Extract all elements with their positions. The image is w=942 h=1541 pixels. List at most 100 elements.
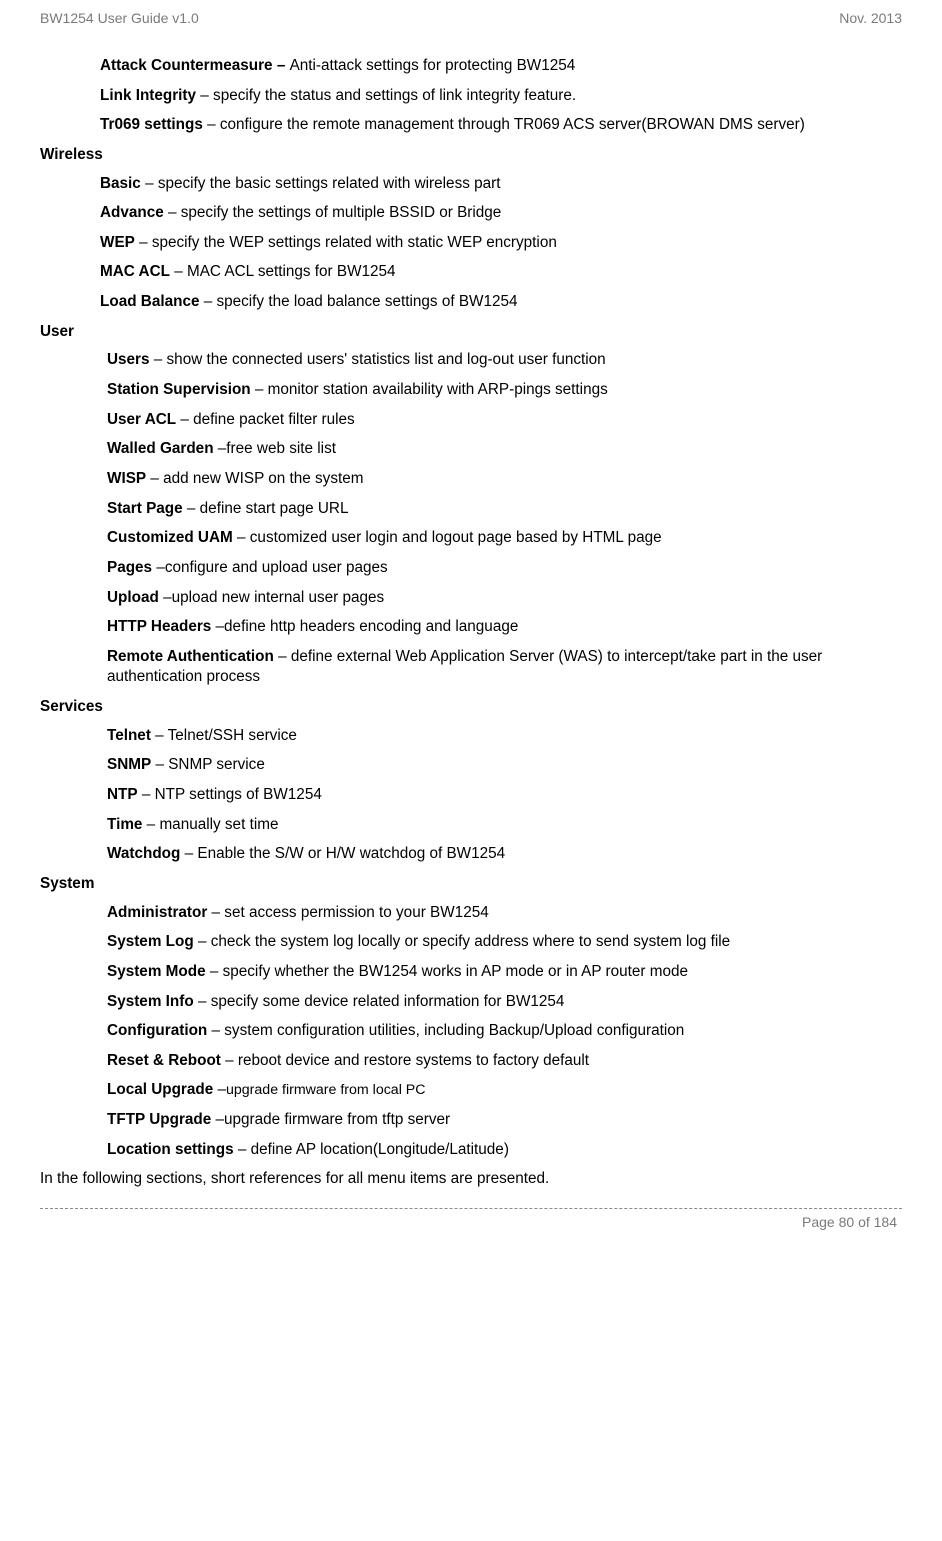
definition-item: HTTP Headers –define http headers encodi… [107,617,902,638]
definition-desc: –free web site list [214,440,336,457]
definition-item: Customized UAM – customized user login a… [107,528,902,549]
section-heading: Wireless [40,145,902,166]
definition-desc-small: upgrade firmware from local PC [226,1082,425,1098]
definition-term: User ACL [107,411,176,428]
definition-term: WISP [107,470,146,487]
definition-desc: – NTP settings of BW1254 [138,786,322,803]
header-right: Nov. 2013 [839,10,902,26]
definition-desc: – system configuration utilities, includ… [207,1022,684,1039]
definition-desc: – configure the remote management throug… [203,116,805,133]
definition-item: Upload –upload new internal user pages [107,588,902,609]
definition-item: NTP – NTP settings of BW1254 [107,785,902,806]
definition-desc: – define start page URL [183,500,349,517]
definition-desc: Anti-attack settings for protecting BW12… [290,57,576,74]
definition-item: Telnet – Telnet/SSH service [107,726,902,747]
definition-desc: –define http headers encoding and langua… [211,618,518,635]
definition-term: Reset & Reboot [107,1052,221,1069]
definition-item: Basic – specify the basic settings relat… [100,174,902,195]
definition-term: Station Supervision [107,381,251,398]
definition-item: System Mode – specify whether the BW1254… [107,962,902,983]
definition-term: Upload [107,589,159,606]
definition-item: Reset & Reboot – reboot device and resto… [107,1051,902,1072]
definition-term: Local Upgrade [107,1081,213,1098]
definition-term: System Info [107,993,194,1010]
definition-desc: – set access permission to your BW1254 [207,904,488,921]
definition-item: Time – manually set time [107,815,902,836]
definition-term: Advance [100,204,164,221]
definition-desc: –configure and upload user pages [152,559,388,576]
definition-term: Telnet [107,727,151,744]
definition-term: Administrator [107,904,207,921]
definition-term: Time [107,816,142,833]
definition-desc: – check the system log locally or specif… [194,933,730,950]
definition-desc: – define AP location(Longitude/Latitude) [234,1141,509,1158]
definition-desc: – [213,1081,226,1098]
definition-term: Attack Countermeasure – [100,57,290,74]
definition-term: Pages [107,559,152,576]
definition-term: System Log [107,933,194,950]
definition-item: WEP – specify the WEP settings related w… [100,233,902,254]
section-heading: System [40,874,902,895]
document-page: BW1254 User Guide v1.0 Nov. 2013 Attack … [0,0,942,1250]
definition-term: Load Balance [100,293,199,310]
definition-term: MAC ACL [100,263,170,280]
definition-term: Link Integrity [100,87,196,104]
definition-item: Watchdog – Enable the S/W or H/W watchdo… [107,844,902,865]
definition-term: SNMP [107,756,151,773]
page-header: BW1254 User Guide v1.0 Nov. 2013 [40,10,902,26]
definition-desc: – SNMP service [151,756,265,773]
definition-item: Link Integrity – specify the status and … [100,86,902,107]
section-heading: Services [40,697,902,718]
definition-item: WISP – add new WISP on the system [107,469,902,490]
header-left: BW1254 User Guide v1.0 [40,10,199,26]
definition-term: TFTP Upgrade [107,1111,211,1128]
definition-desc: – add new WISP on the system [146,470,363,487]
definition-term: NTP [107,786,138,803]
definition-desc: – specify some device related informatio… [194,993,565,1010]
definition-term: Remote Authentication [107,648,274,665]
definition-item: Users – show the connected users' statis… [107,350,902,371]
definition-desc: – specify whether the BW1254 works in AP… [206,963,688,980]
definition-term: Start Page [107,500,183,517]
definition-term: HTTP Headers [107,618,211,635]
closing-line: In the following sections, short referen… [40,1169,902,1190]
definition-term: WEP [100,234,135,251]
definition-term: Basic [100,175,141,192]
definition-desc: – monitor station availability with ARP-… [251,381,608,398]
section-heading: User [40,322,902,343]
definition-desc: – specify the status and settings of lin… [196,87,576,104]
definition-item: Station Supervision – monitor station av… [107,380,902,401]
definition-term: Customized UAM [107,529,233,546]
definition-item: User ACL – define packet filter rules [107,410,902,431]
definition-desc: – manually set time [142,816,278,833]
definition-item: System Log – check the system log locall… [107,932,902,953]
definition-item: TFTP Upgrade –upgrade firmware from tftp… [107,1110,902,1131]
definition-item: Start Page – define start page URL [107,499,902,520]
definition-desc: – specify the load balance settings of B… [199,293,517,310]
definition-desc: – specify the basic settings related wit… [141,175,501,192]
definition-desc: –upload new internal user pages [159,589,384,606]
definition-item: Pages –configure and upload user pages [107,558,902,579]
definition-desc: – MAC ACL settings for BW1254 [170,263,396,280]
definition-item: System Info – specify some device relate… [107,992,902,1013]
definition-item: Administrator – set access permission to… [107,903,902,924]
definition-item: MAC ACL – MAC ACL settings for BW1254 [100,262,902,283]
definition-item: Advance – specify the settings of multip… [100,203,902,224]
definition-desc: – specify the WEP settings related with … [135,234,557,251]
definition-desc: – define packet filter rules [176,411,355,428]
definition-term: Users [107,351,150,368]
definition-desc: – customized user login and logout page … [233,529,662,546]
definition-desc: – specify the settings of multiple BSSID… [164,204,502,221]
definition-item: Location settings – define AP location(L… [107,1140,902,1161]
definition-desc: – show the connected users' statistics l… [150,351,606,368]
definition-item: Tr069 settings – configure the remote ma… [100,115,902,136]
definition-desc: – reboot device and restore systems to f… [221,1052,589,1069]
definition-term: Watchdog [107,845,180,862]
definition-item: Remote Authentication – define external … [107,647,902,688]
definition-desc: –upgrade firmware from tftp server [211,1111,450,1128]
page-content: Attack Countermeasure – Anti-attack sett… [40,56,902,1190]
definition-term: System Mode [107,963,206,980]
definition-item: Load Balance – specify the load balance … [100,292,902,313]
definition-desc: – Telnet/SSH service [151,727,297,744]
definition-desc: – Enable the S/W or H/W watchdog of BW12… [180,845,505,862]
